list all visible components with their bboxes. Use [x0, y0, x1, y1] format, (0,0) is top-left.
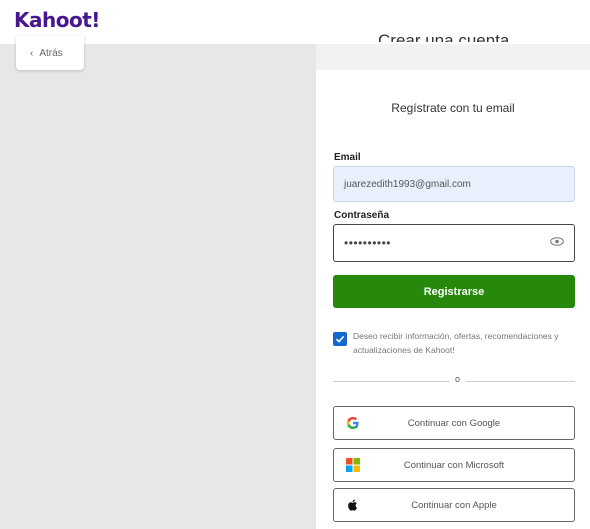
consent-checkbox[interactable] [333, 332, 347, 346]
card-title: Regístrate con tu email [391, 101, 515, 115]
google-icon [346, 417, 359, 429]
google-button[interactable]: Continuar con Google [333, 406, 575, 440]
password-value: •••••••••• [344, 236, 392, 250]
apple-button[interactable]: Continuar con Apple [333, 488, 575, 522]
email-label: Email [334, 152, 361, 163]
chevron-left-icon: ‹ [30, 47, 34, 59]
password-field[interactable]: •••••••••• [333, 224, 575, 262]
back-button[interactable]: ‹ Atrás [16, 36, 84, 70]
microsoft-label: Continuar con Microsoft [403, 459, 505, 471]
apple-label: Continuar con Apple [411, 499, 497, 511]
password-label: Contraseña [334, 210, 390, 221]
email-field[interactable]: juarezedith1993@gmail.com [333, 166, 575, 202]
eye-icon[interactable] [550, 237, 564, 246]
kahoot-logo[interactable]: Kahoot! [14, 8, 100, 32]
page-title: Crear una cuenta [378, 31, 510, 42]
back-label: Atrás [39, 47, 63, 59]
check-icon [335, 335, 345, 343]
apple-icon [348, 499, 357, 511]
left-panel [0, 44, 316, 529]
consent-text: Deseo recibir información, ofertas, reco… [353, 331, 559, 355]
microsoft-icon [346, 458, 360, 472]
register-button[interactable]: Registrarse [333, 275, 575, 308]
divider-text: o [449, 374, 467, 384]
signup-card: Regístrate con tu email Email juarezedit… [316, 70, 590, 529]
top-bar: Kahoot! Crear una cuenta [0, 0, 590, 44]
google-label: Continuar con Google [407, 417, 501, 429]
microsoft-button[interactable]: Continuar con Microsoft [333, 448, 575, 482]
email-value: juarezedith1993@gmail.com [344, 178, 471, 190]
